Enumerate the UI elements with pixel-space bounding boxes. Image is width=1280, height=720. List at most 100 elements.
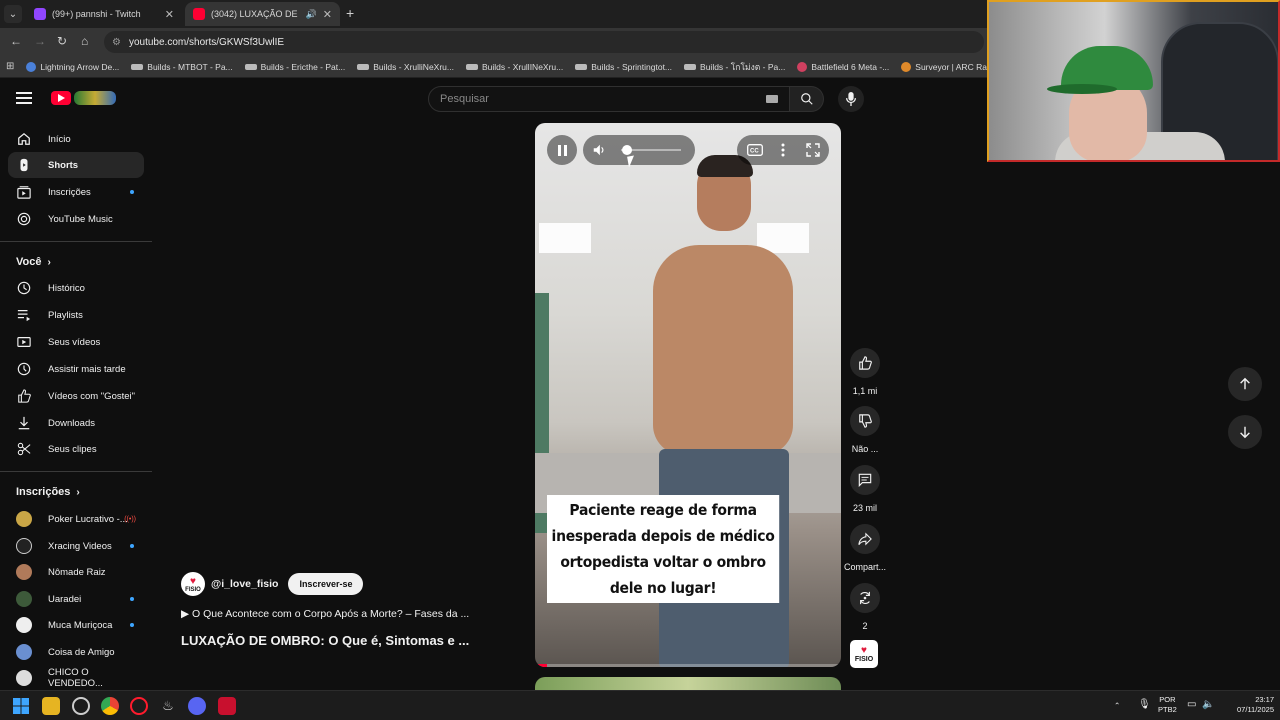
site-info-icon[interactable]: ⚙	[112, 37, 121, 48]
subscription-channel[interactable]: Nômade Raiz	[8, 559, 144, 585]
discord-icon[interactable]	[188, 697, 206, 715]
volume-icon[interactable]	[592, 143, 606, 157]
sidebar-item-your-clips[interactable]: Seus clipes	[8, 436, 144, 462]
share-button[interactable]	[850, 524, 880, 554]
new-tab-button[interactable]: +	[346, 5, 354, 21]
address-bar-row: ← → ↻ ⌂ ⚙ youtube.com/shorts/GKWSf3UwlIE	[0, 28, 990, 56]
subscribe-button[interactable]: Inscrever-se	[288, 573, 364, 595]
music-icon	[16, 211, 32, 227]
app-icon[interactable]	[218, 697, 236, 715]
thumbs-down-icon	[859, 414, 872, 428]
subscription-channel[interactable]: Uaradei	[8, 586, 144, 612]
sidebar-item-playlists[interactable]: Playlists	[8, 302, 144, 328]
remix-action[interactable]: 2	[844, 583, 886, 631]
sidebar-item-liked-videos[interactable]: Vídeos com "Gostei"	[8, 383, 144, 409]
tray-overflow-icon[interactable]: ⌃	[1114, 701, 1120, 711]
volume-control[interactable]	[583, 135, 695, 165]
windows-start-icon[interactable]	[12, 697, 30, 715]
opera-icon[interactable]	[130, 697, 148, 715]
sidebar-item-shorts[interactable]: Shorts	[8, 152, 144, 178]
close-icon[interactable]: ✕	[323, 8, 332, 21]
speaker-icon[interactable]: 🔊	[306, 9, 317, 20]
apps-grid-icon[interactable]: ⊞	[6, 61, 14, 72]
subscription-channel[interactable]: Poker Lucrativo -... ((•))	[8, 506, 144, 532]
channel-name[interactable]: @i_love_fisio	[211, 578, 278, 590]
like-action[interactable]: 1,1 mi	[844, 348, 886, 396]
subscription-channel[interactable]: Xracing Videos	[8, 533, 144, 559]
shorts-video-player[interactable]: CC Paciente reage de forma inesperada de…	[535, 123, 841, 667]
subscription-channel[interactable]: Coisa de Amigo	[8, 639, 144, 665]
comments-action[interactable]: 23 mil	[844, 465, 886, 513]
mic-icon[interactable]: 🎙	[1138, 700, 1151, 710]
more-options-icon[interactable]	[781, 143, 785, 157]
captions-icon[interactable]: CC	[747, 144, 763, 156]
video-title[interactable]: LUXAÇÃO DE OMBRO: O Que é, Sintomas e ..…	[181, 633, 469, 648]
home-icon[interactable]: ⌂	[81, 34, 88, 48]
voice-search-button[interactable]	[838, 86, 864, 112]
file-explorer-icon[interactable]	[42, 697, 60, 715]
language-text: POR	[1159, 695, 1176, 704]
tab-twitch[interactable]: (99+) pannshi - Twitch ✕	[26, 2, 182, 26]
share-icon	[858, 532, 872, 546]
url-field[interactable]: ⚙ youtube.com/shorts/GKWSf3UwlIE	[104, 31, 984, 53]
subscription-channel[interactable]: Muca Muriçoca	[8, 612, 144, 638]
channel-avatar[interactable]: ♥ FISIO	[181, 572, 205, 596]
forward-icon[interactable]: →	[34, 34, 46, 48]
you-section-header[interactable]: Você ›	[16, 256, 51, 268]
sidebar-item-history[interactable]: Histórico	[8, 275, 144, 301]
progress-bar[interactable]	[535, 664, 841, 667]
sidebar-item-watch-later[interactable]: Assistir mais tarde	[8, 356, 144, 382]
volume-slider-handle[interactable]	[622, 145, 632, 155]
bookmark-item[interactable]: Surveyor | ARC Raid...	[901, 61, 1001, 72]
app-icon[interactable]	[72, 697, 90, 715]
comments-button[interactable]	[850, 465, 880, 495]
sidebar-item-your-videos[interactable]: Seus vídeos	[8, 329, 144, 355]
share-action[interactable]: Compart...	[844, 524, 886, 572]
menu-icon[interactable]	[16, 92, 32, 104]
sidebar-item-youtube-music[interactable]: YouTube Music	[8, 206, 144, 232]
keyboard-icon[interactable]	[766, 95, 778, 103]
like-button[interactable]	[850, 348, 880, 378]
pause-button[interactable]	[547, 135, 577, 165]
chrome-icon[interactable]	[101, 697, 119, 715]
reload-icon[interactable]: ↻	[57, 34, 67, 48]
bookmark-item[interactable]: Builds - โกโม่งต - Pa...	[684, 60, 785, 74]
dislike-action[interactable]: Não ...	[844, 406, 886, 454]
tab-youtube[interactable]: (3042) LUXAÇÃO DE OMBR 🔊 ✕	[185, 2, 340, 26]
arrow-down-icon	[1240, 426, 1250, 439]
language-indicator[interactable]: POR PTB2	[1158, 695, 1177, 715]
bookmark-item[interactable]: Builds - Sprintingtot...	[575, 62, 672, 72]
clock[interactable]: 23:17 07/11/2025	[1222, 695, 1274, 715]
bookmark-item[interactable]: Builds - Ericthe - Pat...	[244, 62, 345, 72]
remix-button[interactable]	[850, 583, 880, 613]
bookmark-item[interactable]: Battlefield 6 Meta -...	[797, 61, 889, 72]
dislike-button[interactable]	[850, 406, 880, 436]
subscriptions-section-header[interactable]: Inscrições ›	[16, 486, 80, 498]
youtube-doodle[interactable]	[74, 91, 116, 105]
youtube-logo[interactable]	[51, 91, 71, 105]
bookmark-item[interactable]: Lightning Arrow De...	[26, 61, 119, 72]
sidebar-item-label: Início	[48, 133, 71, 145]
sidebar-item-subscriptions[interactable]: Inscrições	[8, 179, 144, 205]
sidebar-item-downloads[interactable]: Downloads	[8, 410, 144, 436]
sound-source-thumbnail[interactable]: ♥ FISIO	[850, 640, 878, 668]
steam-icon[interactable]: ♨	[159, 697, 177, 715]
bookmark-icon	[244, 63, 257, 70]
fullscreen-icon[interactable]	[806, 143, 820, 157]
tab-search-dropdown[interactable]: ⌄	[4, 5, 22, 23]
previous-short-button[interactable]	[1228, 367, 1262, 401]
sidebar-item-home[interactable]: Início	[8, 126, 144, 152]
related-video-link[interactable]: ▶ O Que Acontece com o Corpo Após a Mort…	[181, 608, 469, 620]
bookmark-item[interactable]: Builds - MTBOT - Pa...	[131, 62, 233, 72]
sidebar-item-label: Inscrições	[48, 186, 91, 198]
next-short-button[interactable]	[1228, 415, 1262, 449]
close-icon[interactable]: ✕	[165, 8, 174, 21]
bookmark-item[interactable]: Builds - XrulliNeXru...	[357, 62, 454, 72]
search-input[interactable]: Pesquisar	[428, 86, 790, 112]
network-icon[interactable]: ▭	[1187, 700, 1196, 710]
subscription-channel[interactable]: CHICO O VENDEDO...	[8, 665, 144, 690]
back-icon[interactable]: ←	[10, 34, 22, 48]
bookmark-item[interactable]: Builds - XrullINeXru...	[465, 62, 563, 72]
speaker-icon[interactable]: 🔈	[1202, 700, 1214, 710]
search-button[interactable]	[790, 86, 824, 112]
